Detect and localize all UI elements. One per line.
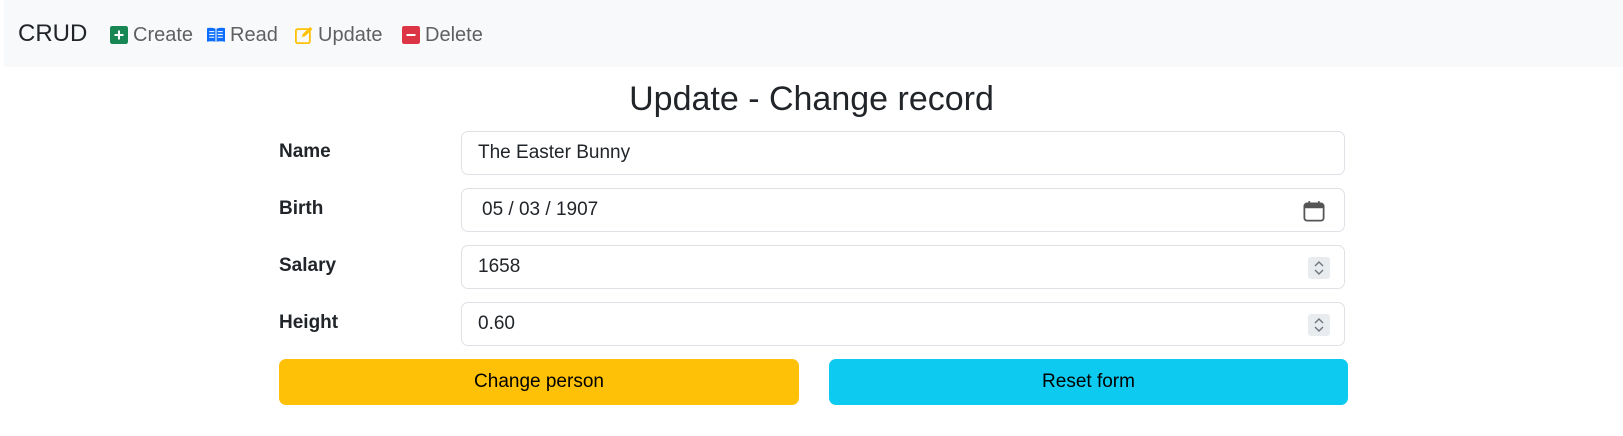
nav-item-label: Update	[318, 23, 383, 46]
navbar: CRUD Create Read Update Delete	[4, 0, 1623, 67]
nav-item-update[interactable]: Update	[295, 22, 383, 48]
change-person-button[interactable]: Change person	[279, 359, 799, 405]
nav-item-create[interactable]: Create	[110, 22, 193, 48]
name-label: Name	[279, 141, 331, 162]
nav-item-label: Read	[230, 23, 278, 46]
reset-form-button[interactable]: Reset form	[829, 359, 1348, 405]
number-spinner-icon[interactable]	[1308, 314, 1330, 336]
birth-input[interactable]: 05 / 03 / 1907	[462, 199, 1344, 221]
nav-item-delete[interactable]: Delete	[402, 22, 483, 48]
height-input[interactable]	[462, 304, 1278, 344]
salary-label: Salary	[279, 255, 337, 276]
calendar-icon[interactable]	[1303, 200, 1325, 222]
name-field[interactable]	[461, 131, 1345, 175]
brand-link[interactable]: CRUD	[18, 19, 87, 49]
birth-label: Birth	[279, 198, 324, 219]
birth-field[interactable]: 05 / 03 / 1907	[461, 188, 1345, 232]
plus-square-icon	[110, 26, 128, 44]
minus-square-icon	[402, 26, 420, 44]
salary-field[interactable]	[461, 245, 1345, 289]
nav-item-label: Create	[133, 23, 194, 46]
height-field[interactable]	[461, 302, 1345, 346]
height-label: Height	[279, 312, 339, 333]
number-spinner-icon[interactable]	[1308, 257, 1330, 279]
page-title: Update - Change record	[629, 80, 994, 118]
name-input[interactable]	[462, 133, 1278, 173]
salary-input[interactable]	[462, 247, 1278, 287]
nav-item-label: Delete	[425, 23, 483, 46]
book-icon	[207, 27, 225, 42]
nav-item-read[interactable]: Read	[207, 22, 278, 48]
pencil-square-icon	[295, 26, 313, 44]
